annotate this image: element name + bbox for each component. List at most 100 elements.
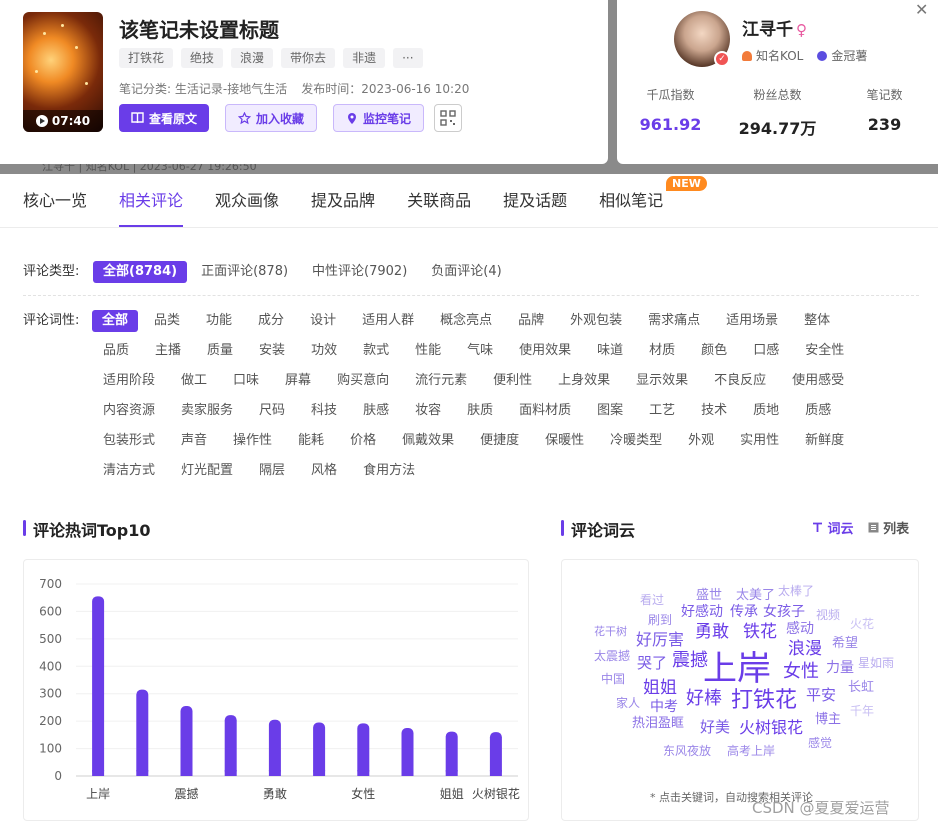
comment-dim-chip[interactable]: 科技: [301, 400, 347, 422]
word-cloud-keyword[interactable]: 铁花: [743, 624, 777, 641]
comment-dim-chip[interactable]: 显示效果: [626, 370, 698, 392]
view-cloud-toggle[interactable]: 词云: [812, 518, 854, 537]
comment-dim-chip[interactable]: 品牌: [508, 310, 554, 332]
comment-dim-chip[interactable]: 工艺: [639, 400, 685, 422]
word-cloud-keyword[interactable]: 热泪盈眶: [632, 717, 684, 730]
comment-dim-chip[interactable]: 品类: [144, 310, 190, 332]
word-cloud-keyword[interactable]: 好棒: [686, 690, 722, 708]
note-thumbnail[interactable]: 07:40: [23, 12, 103, 132]
comment-dim-chip[interactable]: 包装形式: [93, 430, 165, 452]
comment-dim-chip[interactable]: 适用人群: [352, 310, 424, 332]
comment-dim-chip[interactable]: 风格: [301, 460, 347, 482]
comment-dim-chip[interactable]: 新鲜度: [795, 430, 854, 452]
note-tag[interactable]: 带你去: [281, 48, 336, 68]
comment-type-chip[interactable]: 全部(8784): [93, 261, 188, 283]
comment-dim-chip[interactable]: 声音: [171, 430, 217, 452]
comment-dim-chip[interactable]: 购买意向: [327, 370, 399, 392]
word-cloud-keyword[interactable]: 感觉: [808, 737, 832, 749]
word-cloud-keyword[interactable]: 中国: [601, 673, 625, 685]
word-cloud-keyword[interactable]: 星如雨: [858, 657, 894, 669]
bar[interactable]: [445, 731, 458, 776]
word-cloud-keyword[interactable]: 好感动: [681, 605, 723, 619]
qrcode-button[interactable]: [434, 104, 463, 132]
comment-dim-chip[interactable]: 妆容: [405, 400, 451, 422]
comment-dim-chip[interactable]: 概念亮点: [430, 310, 502, 332]
comment-dim-chip[interactable]: 外观: [678, 430, 724, 452]
bar[interactable]: [136, 689, 149, 776]
comment-dim-chip[interactable]: 肤质: [457, 400, 503, 422]
comment-dim-chip[interactable]: 图案: [587, 400, 633, 422]
note-tag[interactable]: 打铁花: [119, 48, 174, 68]
word-cloud-keyword[interactable]: 希望: [832, 637, 858, 650]
comment-dim-chip[interactable]: 灯光配置: [171, 460, 243, 482]
tab-item[interactable]: 相关评论: [119, 174, 184, 227]
kol-name[interactable]: 江寻千 ♀: [742, 15, 807, 40]
word-cloud-keyword[interactable]: 好美: [700, 720, 730, 735]
note-tag[interactable]: 非遗: [343, 48, 386, 68]
tab-item[interactable]: 提及话题: [503, 174, 567, 227]
comment-type-chip[interactable]: 负面评论(4): [421, 261, 511, 283]
word-cloud-keyword[interactable]: 平安: [806, 688, 836, 703]
comment-dim-chip[interactable]: 功能: [196, 310, 242, 332]
word-cloud-keyword[interactable]: 勇敢: [695, 624, 729, 641]
word-cloud-keyword[interactable]: 家人: [616, 697, 640, 709]
word-cloud-keyword[interactable]: 浪漫: [788, 641, 822, 658]
comment-dim-chip[interactable]: 保暖性: [535, 430, 594, 452]
comment-dim-chip[interactable]: 质地: [743, 400, 789, 422]
comment-dim-chip[interactable]: 性能: [405, 340, 451, 362]
bar[interactable]: [180, 706, 193, 776]
comment-dim-chip[interactable]: 屏幕: [275, 370, 321, 392]
word-cloud-keyword[interactable]: 女孩子: [763, 605, 805, 619]
word-cloud-keyword[interactable]: 花干树: [594, 626, 627, 637]
comment-dim-chip[interactable]: 材质: [639, 340, 685, 362]
bar[interactable]: [401, 728, 414, 776]
comment-dim-chip[interactable]: 整体: [794, 310, 840, 332]
comment-dim-chip[interactable]: 佩戴效果: [392, 430, 464, 452]
comment-type-chip[interactable]: 中性评论(7902): [302, 261, 417, 283]
word-cloud-keyword[interactable]: 中考: [650, 700, 678, 714]
comment-dim-chip[interactable]: 食用方法: [353, 460, 425, 482]
word-cloud-keyword[interactable]: 刷到: [648, 614, 672, 626]
bar[interactable]: [313, 722, 326, 776]
word-cloud-keyword[interactable]: 太美了: [736, 589, 775, 602]
comment-dim-chip[interactable]: 安全性: [795, 340, 854, 362]
comment-dim-chip[interactable]: 口感: [743, 340, 789, 362]
comment-dim-chip[interactable]: 冷暖类型: [600, 430, 672, 452]
bar[interactable]: [92, 596, 105, 776]
comment-dim-chip[interactable]: 气味: [457, 340, 503, 362]
comment-type-chip[interactable]: 正面评论(878): [191, 261, 298, 283]
comment-dim-chip[interactable]: 实用性: [730, 430, 789, 452]
comment-dim-chip[interactable]: 不良反应: [704, 370, 776, 392]
word-cloud-keyword[interactable]: 博主: [815, 713, 841, 726]
comment-dim-chip[interactable]: 技术: [691, 400, 737, 422]
word-cloud-keyword[interactable]: 太震撼: [594, 650, 630, 662]
comment-dim-chip[interactable]: 外观包装: [560, 310, 632, 332]
comment-dim-chip[interactable]: 功效: [301, 340, 347, 362]
comment-dim-chip[interactable]: 颜色: [691, 340, 737, 362]
word-cloud-keyword[interactable]: 女性: [783, 663, 819, 681]
word-cloud-keyword[interactable]: 力量: [826, 661, 854, 675]
comment-dim-chip[interactable]: 价格: [340, 430, 386, 452]
word-cloud-keyword[interactable]: 火花: [850, 618, 874, 630]
word-cloud-keyword[interactable]: 盛世: [696, 589, 722, 602]
comment-dim-chip[interactable]: 隔层: [249, 460, 295, 482]
comment-dim-chip[interactable]: 操作性: [223, 430, 282, 452]
word-cloud-keyword[interactable]: 感动: [786, 622, 814, 636]
comment-dim-chip[interactable]: 便捷度: [470, 430, 529, 452]
tab-item[interactable]: 提及品牌: [311, 174, 375, 227]
comment-dim-chip[interactable]: 适用阶段: [93, 370, 165, 392]
note-tag[interactable]: 浪漫: [231, 48, 274, 68]
comment-dim-chip[interactable]: 做工: [171, 370, 217, 392]
comment-dim-chip[interactable]: 卖家服务: [171, 400, 243, 422]
comment-dim-chip[interactable]: 全部: [92, 310, 139, 332]
comment-dim-chip[interactable]: 质量: [197, 340, 243, 362]
word-cloud-keyword[interactable]: 看过: [640, 594, 664, 606]
monitor-note-button[interactable]: 监控笔记: [333, 104, 425, 132]
comment-dim-chip[interactable]: 使用感受: [782, 370, 854, 392]
comment-dim-chip[interactable]: 安装: [249, 340, 295, 362]
view-list-toggle[interactable]: 列表: [868, 518, 909, 537]
comment-dim-chip[interactable]: 需求痛点: [638, 310, 710, 332]
comment-dim-chip[interactable]: 流行元素: [405, 370, 477, 392]
word-cloud-keyword[interactable]: 姐姐: [643, 680, 677, 697]
comment-dim-chip[interactable]: 能耗: [288, 430, 334, 452]
